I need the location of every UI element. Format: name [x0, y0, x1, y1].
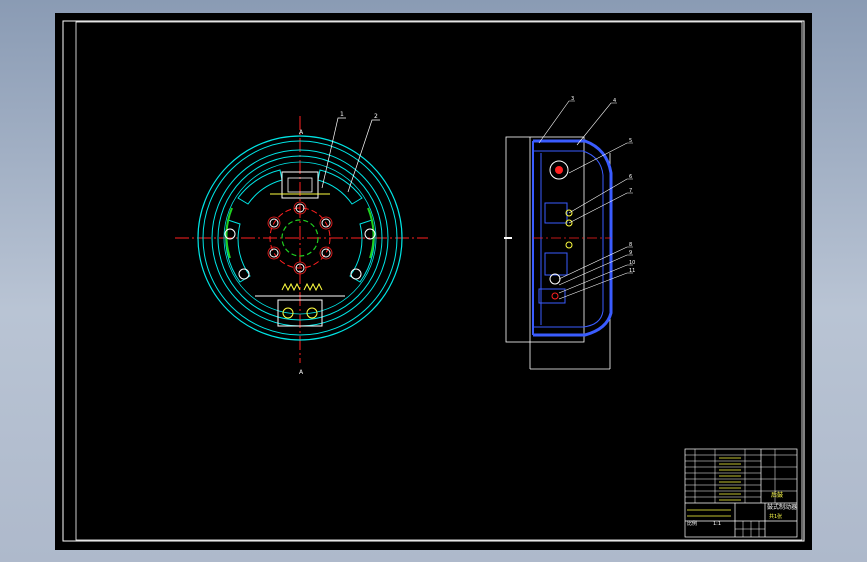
return-spring-right	[303, 282, 323, 292]
sheet-text: 共1张	[769, 513, 782, 520]
shoe-upper-left	[237, 169, 283, 205]
section-mark-top: A	[299, 129, 304, 136]
frame-border	[75, 21, 803, 541]
bolt-hole	[321, 248, 331, 258]
leader-1	[321, 117, 346, 189]
side-leaders	[538, 100, 633, 300]
cylinder-center	[555, 166, 563, 174]
pin-lower-left	[238, 268, 250, 280]
side-label-8: 8	[629, 242, 632, 248]
side-label-9: 9	[629, 250, 632, 256]
side-outline	[505, 136, 585, 343]
side-label-4: 4	[613, 98, 616, 104]
leader-2	[347, 119, 380, 193]
pin-lower-right	[350, 268, 362, 280]
side-label-6: 6	[629, 174, 632, 180]
side-label-5: 5	[629, 138, 632, 144]
cad-drawing: 1 2 A A 3 4 5 6 7 8 9 10 11 后鼓 鼓式制动器 共1张…	[62, 20, 805, 542]
drum-profile-inner	[533, 150, 604, 328]
scale-text: 1:1	[713, 521, 721, 527]
leader-label-1: 1	[340, 111, 344, 118]
bolt-hole	[269, 248, 279, 258]
side-label-7: 7	[629, 188, 632, 194]
leader-label-2: 2	[374, 113, 378, 120]
drawing-title-text: 鼓式制动器	[767, 503, 797, 511]
section-mark-bottom: A	[299, 369, 304, 376]
sheet-border	[62, 20, 805, 542]
side-label-11: 11	[629, 268, 635, 274]
drawing-canvas[interactable]: 1 2 A A 3 4 5 6 7 8 9 10 11 后鼓 鼓式制动器 共1张…	[55, 13, 812, 550]
front-view: 1 2 A A	[175, 111, 428, 376]
side-view-section: 3 4 5 6 7 8 9 10 11	[504, 96, 635, 370]
org-text: 比例	[687, 520, 697, 527]
part-name-text: 后鼓	[771, 491, 783, 499]
side-label-10: 10	[629, 260, 635, 266]
return-spring-left	[281, 282, 301, 292]
side-label-3: 3	[571, 96, 574, 102]
